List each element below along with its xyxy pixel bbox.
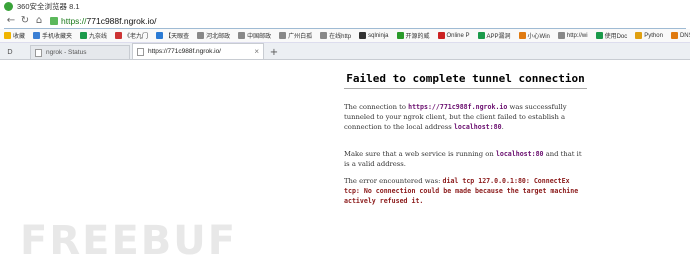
bookmark-label: 河北邮政: [206, 34, 231, 40]
window-title: 360安全浏览器 8.1: [17, 1, 80, 11]
bookmark-label: 小心Win: [527, 34, 550, 40]
bookmark-label: sqlninja: [368, 32, 389, 39]
url-text[interactable]: https://771c988f.ngrok.io/: [61, 16, 156, 26]
bookmark-item[interactable]: http://wi: [557, 32, 588, 39]
bookmark-label: http://wi: [566, 32, 588, 39]
bookmark-label: 【天眼查: [165, 34, 190, 40]
page-icon: [137, 47, 144, 56]
bookmark-item[interactable]: 使用Doc: [595, 31, 628, 40]
bookmark-label: 《老九门: [124, 34, 149, 40]
site-icon: [635, 32, 643, 39]
title-bar: 360安全浏览器 8.1: [0, 0, 690, 12]
bookmark-label: 中国邮政: [247, 34, 272, 40]
url-field[interactable]: https://771c988f.ngrok.io/: [50, 16, 156, 26]
browser-logo-icon: [4, 1, 13, 11]
bookmark-item[interactable]: 小心Win: [518, 31, 550, 40]
page-icon: [557, 32, 565, 39]
page-icon: [279, 32, 287, 39]
bookmarks-bar: 收藏 手机收藏夹 九奈线 《老九门 【天眼查 河北邮政 中国邮政 广州白孤 在线http sqln…: [0, 29, 690, 43]
back-icon[interactable]: ←: [4, 14, 18, 28]
bookmark-item[interactable]: 九奈线: [80, 31, 107, 40]
bookmark-item[interactable]: 【天眼查: [156, 31, 189, 40]
tunnel-info-paragraph: The connection to https://771c988f.ngrok…: [344, 103, 584, 132]
tunnel-url: https://771c988f.ngrok.io: [408, 103, 508, 111]
site-icon: [396, 32, 404, 39]
bookmark-item[interactable]: APP漏洞: [477, 31, 511, 40]
bookmark-item[interactable]: 手机收藏夹: [33, 31, 72, 40]
bookmark-item[interactable]: Online P: [437, 32, 470, 39]
tab-strip: D ngrok - Status https://771c988f.ngrok.…: [0, 43, 690, 60]
new-tab-button[interactable]: +: [268, 46, 280, 58]
site-icon: [80, 32, 88, 39]
page-icon: [238, 32, 246, 39]
text-segment: The connection to: [344, 103, 409, 111]
site-icon: [670, 32, 678, 39]
site-icon: [437, 32, 445, 39]
bookmark-item[interactable]: 开源的威: [396, 31, 430, 40]
bookmark-item[interactable]: sqlninja: [359, 32, 389, 39]
site-icon: [359, 32, 367, 39]
bookmark-label: 在线http: [329, 34, 352, 40]
site-icon: [156, 32, 164, 39]
site-icon: [115, 32, 123, 39]
tab-ngrok-status[interactable]: ngrok - Status: [30, 45, 130, 59]
tab-active-ngrok-url[interactable]: https://771c988f.ngrok.io/ ×: [132, 43, 264, 59]
bookmark-label: 收藏: [13, 34, 26, 40]
address-bar: ← ↻ ⌂ https://771c988f.ngrok.io/: [0, 12, 690, 29]
star-icon: [4, 32, 11, 39]
local-address: localhost:80: [495, 150, 544, 158]
bookmark-label: 广州白孤: [288, 34, 313, 40]
tab-label: ngrok - Status: [46, 49, 87, 56]
freebuf-watermark: FREEBUF: [20, 218, 238, 264]
page-heading: Failed to complete tunnel connection: [346, 72, 585, 85]
tab-label: https://771c988f.ngrok.io/: [148, 48, 221, 55]
site-icon: [595, 32, 603, 39]
reload-icon[interactable]: ↻: [18, 14, 32, 28]
phone-icon: [33, 32, 41, 39]
bookmark-item[interactable]: 在线http: [320, 31, 351, 40]
home-icon[interactable]: ⌂: [32, 14, 46, 28]
bookmark-label: 九奈线: [89, 34, 108, 40]
text-segment: The error encountered was:: [344, 177, 443, 185]
bookmark-item[interactable]: 广州白孤: [279, 31, 312, 40]
bookmark-item[interactable]: Python: [635, 32, 663, 39]
bookmark-label: 使用Doc: [604, 34, 628, 40]
bookmark-label: 开源的威: [405, 34, 430, 40]
bookmark-item[interactable]: 《老九门: [115, 31, 148, 40]
bookmark-item[interactable]: 中国邮政: [238, 31, 271, 40]
page-icon: [197, 32, 205, 39]
error-paragraph: The error encountered was: dial tcp 127.…: [344, 177, 584, 206]
bookmark-item[interactable]: 河北邮政: [197, 31, 230, 40]
page-icon: [320, 32, 328, 39]
text-segment: Make sure that a web service is running …: [344, 150, 496, 158]
heading-divider: [344, 88, 587, 89]
bookmark-label: DNS Sh: [679, 32, 690, 39]
secure-badge-icon: [50, 16, 58, 25]
bookmark-item[interactable]: 收藏: [4, 31, 25, 40]
page-icon: [35, 48, 42, 57]
text-segment: .: [501, 122, 504, 131]
bookmark-label: APP漏洞: [486, 34, 511, 40]
bookmark-label: Python: [644, 32, 663, 39]
sidebar-toggle-button[interactable]: D: [4, 45, 16, 59]
local-address: localhost:80: [453, 122, 502, 131]
bookmark-item[interactable]: DNS Sh: [670, 32, 690, 39]
site-icon: [518, 32, 526, 39]
bookmark-label: Online P: [446, 32, 470, 39]
service-hint-paragraph: Make sure that a web service is running …: [344, 150, 584, 170]
bookmark-label: 手机收藏夹: [42, 34, 73, 40]
site-icon: [477, 32, 485, 39]
close-tab-icon[interactable]: ×: [254, 47, 259, 56]
